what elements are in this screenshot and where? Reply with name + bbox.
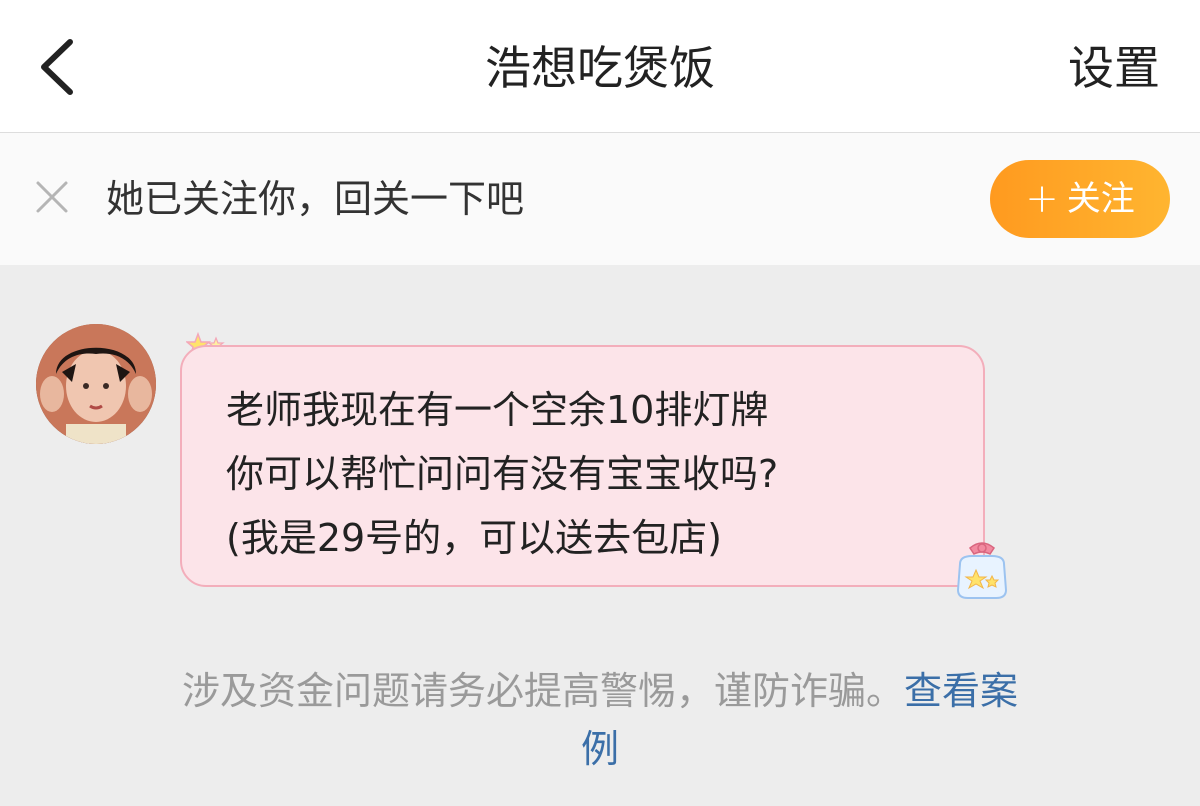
chat-title: 浩想吃煲饭 (485, 41, 715, 95)
view-cases-link[interactable]: 查看案 (904, 669, 1018, 713)
fraud-warning-text: 涉及资金问题请务必提高警惕，谨防诈骗。 (181, 669, 904, 713)
plus-icon: + (1025, 176, 1059, 222)
follow-back-message: 她已关注你，回关一下吧 (106, 177, 525, 221)
fraud-warning: 涉及资金问题请务必提高警惕，谨防诈骗。查看案 例 (0, 662, 1200, 778)
close-banner-button[interactable] (32, 177, 72, 217)
settings-button[interactable]: 设置 (1068, 38, 1160, 98)
message-line-2: 你可以帮忙问问有没有宝宝收吗? (226, 452, 779, 496)
follow-back-banner: 她已关注你，回关一下吧 + 关注 (0, 133, 1200, 265)
close-icon (36, 181, 68, 213)
avatar-portrait (36, 324, 156, 444)
message-line-1: 老师我现在有一个空余10排灯牌 (226, 388, 769, 432)
sender-avatar[interactable] (36, 324, 156, 444)
chevron-left-icon (41, 39, 73, 95)
follow-button-label: 关注 (1066, 179, 1135, 219)
top-navigation-bar: 浩想吃煲饭 设置 (0, 0, 1200, 133)
follow-button[interactable]: + 关注 (990, 160, 1170, 238)
star-bottle-icon (956, 542, 1008, 599)
message-line-3: (我是29号的，可以送去包店) (226, 516, 723, 560)
back-button[interactable] (30, 34, 90, 100)
message-bubble[interactable]: 老师我现在有一个空余10排灯牌 你可以帮忙问问有没有宝宝收吗? (我是29号的，… (180, 345, 985, 587)
view-cases-link-continued[interactable]: 例 (581, 727, 619, 771)
